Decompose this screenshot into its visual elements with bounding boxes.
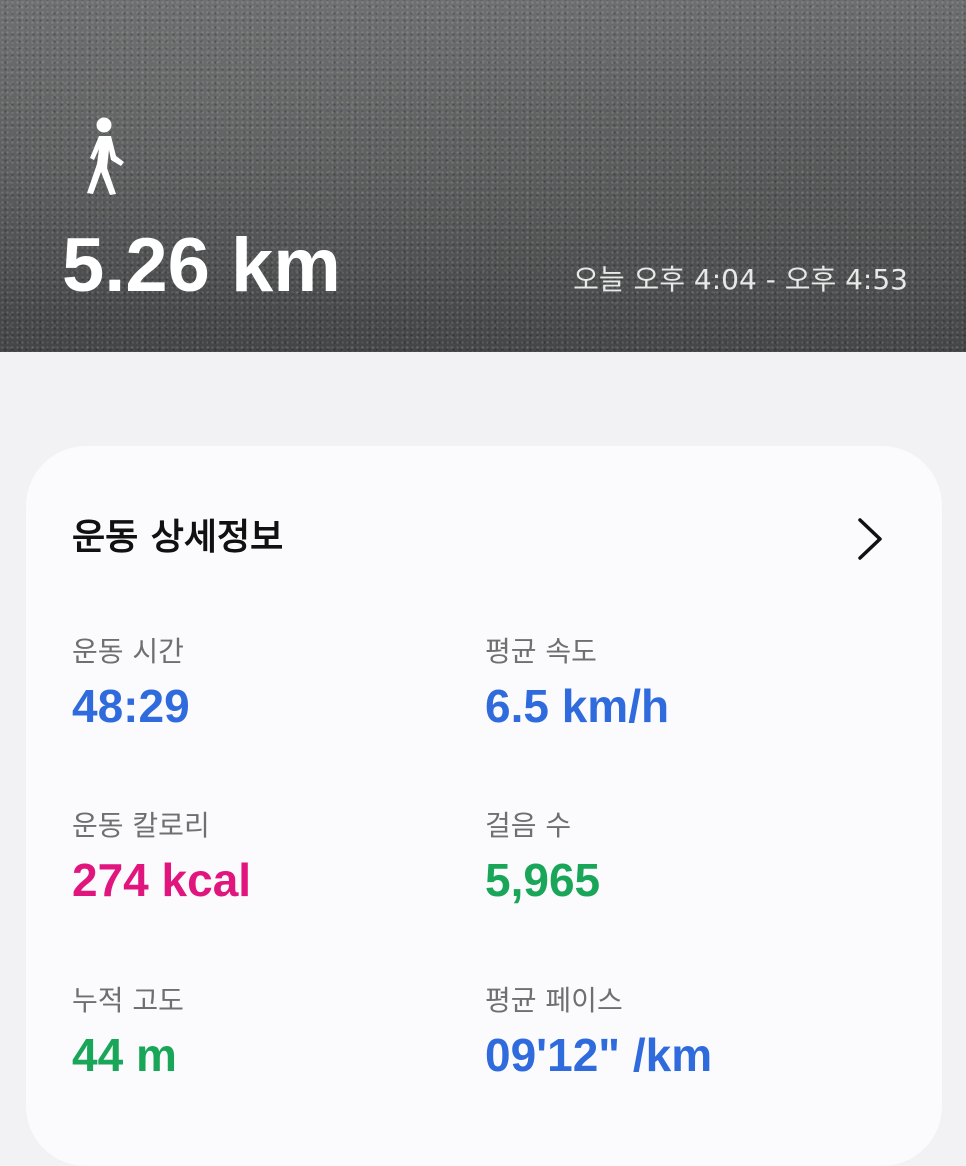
stat-elevation: 누적 고도 44 m [72, 983, 184, 1083]
stat-label: 걸음 수 [485, 809, 572, 842]
stat-label: 평균 속도 [485, 635, 597, 668]
stat-value: 5,965 [485, 854, 601, 906]
stat-average-speed: 평균 속도 6.5 km/h [485, 634, 669, 734]
stat-label: 평균 페이스 [485, 984, 623, 1017]
chevron-right-icon[interactable] [852, 516, 886, 562]
walking-person-icon [87, 117, 124, 195]
workout-details-card[interactable]: 운동 상세정보 운동 시간 48:29 평균 속도 6.5 km/h 운동 칼로… [26, 446, 942, 1166]
stat-steps: 걸음 수 5,965 [485, 808, 600, 908]
stat-label: 운동 시간 [72, 635, 184, 668]
workout-time-range: 오늘 오후 4:04 - 오후 4:53 [573, 263, 908, 296]
stat-label: 누적 고도 [72, 984, 184, 1017]
card-title: 운동 상세정보 [72, 517, 284, 558]
stat-value: 6.5 km/h [485, 680, 670, 732]
stat-value: 48:29 [72, 680, 190, 732]
stat-calories: 운동 칼로리 274 kcal [72, 808, 251, 908]
stat-value: 44 m [72, 1029, 177, 1081]
stat-label: 운동 칼로리 [72, 809, 210, 842]
stat-exercise-time: 운동 시간 48:29 [72, 634, 190, 734]
stat-value: 274 kcal [72, 854, 252, 906]
workout-header: 5.26 km 오늘 오후 4:04 - 오후 4:53 [0, 0, 966, 352]
total-distance: 5.26 km [62, 223, 341, 308]
stat-average-pace: 평균 페이스 09'12" /km [485, 983, 712, 1083]
stat-value: 09'12" /km [485, 1029, 713, 1081]
